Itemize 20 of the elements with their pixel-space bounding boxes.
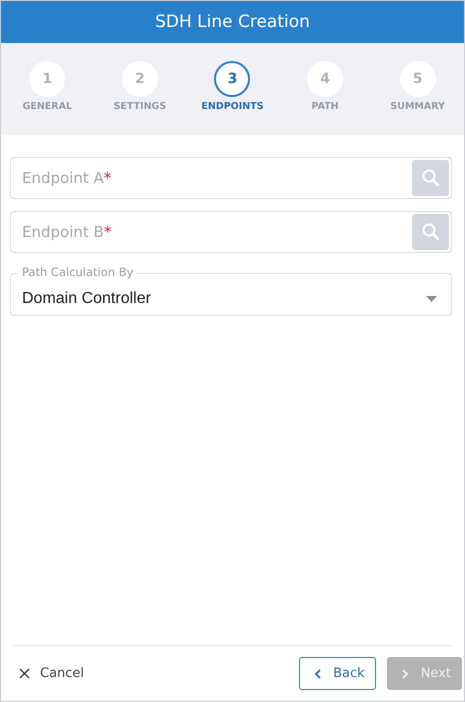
step-number[interactable]: 3 bbox=[214, 61, 250, 97]
window-title: SDH Line Creation bbox=[155, 12, 310, 32]
chevron-right-icon bbox=[402, 668, 409, 678]
step-label: PATH bbox=[312, 101, 339, 112]
back-button[interactable]: Back bbox=[299, 657, 376, 690]
step-label: SETTINGS bbox=[114, 101, 166, 112]
step-label: GENERAL bbox=[22, 101, 72, 112]
search-button[interactable] bbox=[412, 160, 449, 196]
field-label: Path Calculation By bbox=[18, 265, 138, 279]
endpoint-field[interactable]: Endpoint B* bbox=[10, 211, 452, 253]
step-label: ENDPOINTS bbox=[201, 101, 264, 112]
search-button[interactable] bbox=[412, 214, 449, 250]
chevron-left-icon bbox=[314, 668, 322, 678]
search-icon bbox=[422, 223, 440, 241]
dropdown-caret-icon bbox=[426, 296, 437, 302]
search-icon bbox=[422, 169, 440, 187]
cancel-button[interactable]: Cancel bbox=[13, 666, 84, 681]
endpoint-field[interactable]: Endpoint A* bbox=[10, 157, 452, 199]
close-icon bbox=[19, 668, 30, 679]
step-label: SUMMARY bbox=[390, 101, 445, 112]
